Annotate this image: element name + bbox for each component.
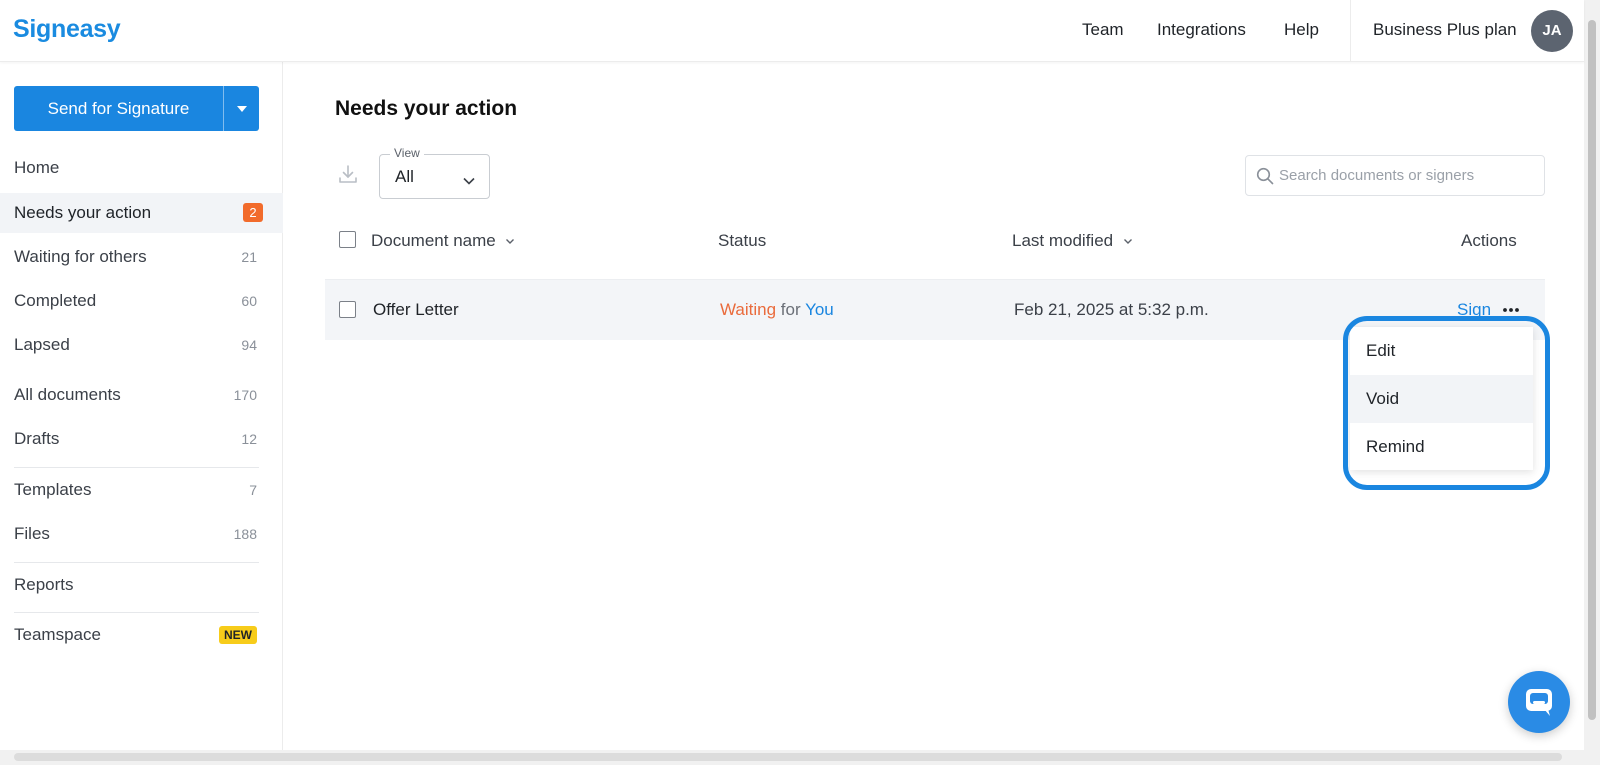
- sidebar-divider: [14, 612, 259, 613]
- status-waiting: Waiting: [720, 300, 777, 319]
- sidebar-item-label: Files: [14, 524, 50, 543]
- nav-team[interactable]: Team: [1082, 20, 1124, 40]
- menu-item-void[interactable]: Void: [1350, 375, 1533, 423]
- column-header-label: Last modified: [1012, 231, 1114, 250]
- menu-item-edit[interactable]: Edit: [1350, 327, 1533, 375]
- needs-action-count-badge: 2: [243, 203, 263, 222]
- column-header-status: Status: [718, 231, 767, 250]
- chat-bubble-icon: [1526, 689, 1552, 716]
- vertical-scrollbar-thumb[interactable]: [1588, 20, 1596, 720]
- column-header-label: Document name: [371, 231, 496, 250]
- view-select-legend: View: [390, 146, 424, 160]
- document-name[interactable]: Offer Letter: [373, 300, 459, 320]
- avatar[interactable]: JA: [1531, 10, 1573, 52]
- sidebar-item-count: 7: [249, 482, 257, 498]
- chevron-down-icon: [1123, 239, 1132, 245]
- last-modified: Feb 21, 2025 at 5:32 p.m.: [1014, 300, 1209, 319]
- sidebar-item-count: 12: [241, 431, 257, 447]
- select-all-checkbox[interactable]: [339, 231, 356, 248]
- menu-item-remind[interactable]: Remind: [1350, 423, 1533, 471]
- status-you: You: [805, 300, 834, 319]
- sidebar-item-all-documents[interactable]: All documents 170: [0, 375, 283, 415]
- signeasy-logo[interactable]: Signeasy: [13, 15, 121, 44]
- download-icon[interactable]: [337, 163, 359, 185]
- sidebar-item-label: All documents: [14, 385, 121, 404]
- sidebar-item-reports[interactable]: Reports: [0, 565, 283, 605]
- sidebar: Send for Signature Home Needs your actio…: [0, 62, 283, 755]
- top-bar: Signeasy Team Integrations Help Business…: [0, 0, 1584, 62]
- vertical-scrollbar[interactable]: [1584, 0, 1600, 750]
- sidebar-item-files[interactable]: Files 188: [0, 514, 283, 554]
- sidebar-item-count: 60: [241, 293, 257, 309]
- sidebar-item-completed[interactable]: Completed 60: [0, 281, 283, 321]
- row-checkbox[interactable]: [339, 301, 356, 318]
- sidebar-divider: [14, 467, 259, 468]
- search-box[interactable]: [1245, 155, 1545, 196]
- sidebar-item-label: Teamspace: [14, 625, 101, 644]
- sidebar-item-count: 21: [241, 249, 257, 265]
- sign-link[interactable]: Sign: [1457, 300, 1491, 320]
- plan-label[interactable]: Business Plus plan: [1373, 20, 1517, 40]
- status-for: for: [780, 300, 801, 319]
- chat-widget-button[interactable]: [1508, 671, 1570, 733]
- sidebar-divider: [14, 562, 259, 563]
- sidebar-item-label: Drafts: [14, 429, 60, 448]
- search-input[interactable]: [1279, 156, 1539, 195]
- sidebar-item-templates[interactable]: Templates 7: [0, 470, 283, 510]
- sidebar-item-count: 170: [233, 387, 257, 403]
- send-for-signature-button[interactable]: Send for Signature: [14, 86, 259, 131]
- view-select[interactable]: View All: [379, 146, 490, 199]
- row-actions-menu: Edit Void Remind: [1350, 327, 1533, 470]
- sidebar-item-needs-your-action[interactable]: Needs your action 2: [0, 193, 283, 233]
- sidebar-item-drafts[interactable]: Drafts 12: [0, 419, 283, 459]
- column-header-actions: Actions: [1461, 231, 1517, 250]
- more-options-icon[interactable]: [1500, 300, 1522, 320]
- sidebar-item-waiting-for-others[interactable]: Waiting for others 21: [0, 237, 283, 277]
- chevron-down-icon: [463, 172, 475, 190]
- sidebar-item-count: 94: [241, 337, 257, 353]
- sidebar-item-label: Lapsed: [14, 335, 70, 354]
- column-header-last-modified[interactable]: Last modified: [1012, 231, 1133, 251]
- sidebar-item-label: Completed: [14, 291, 97, 310]
- sidebar-item-home[interactable]: Home: [0, 148, 283, 188]
- sidebar-item-label: Templates: [14, 480, 92, 499]
- page-title: Needs your action: [335, 97, 518, 120]
- sidebar-item-label: Needs your action: [14, 203, 152, 222]
- search-icon: [1256, 167, 1274, 190]
- send-options-caret-icon[interactable]: [224, 86, 259, 131]
- nav-integrations[interactable]: Integrations: [1157, 20, 1246, 40]
- horizontal-scrollbar[interactable]: [0, 750, 1600, 765]
- column-header-document-name[interactable]: Document name: [371, 231, 515, 251]
- nav-help[interactable]: Help: [1284, 20, 1319, 40]
- status-text: Waiting for You: [720, 300, 834, 320]
- sidebar-item-count: 188: [233, 526, 257, 542]
- sidebar-item-label: Waiting for others: [14, 247, 147, 266]
- sidebar-item-lapsed[interactable]: Lapsed 94: [0, 325, 283, 365]
- horizontal-scrollbar-thumb[interactable]: [14, 753, 1562, 761]
- sidebar-item-label: Reports: [14, 575, 74, 594]
- send-for-signature-label[interactable]: Send for Signature: [14, 86, 224, 131]
- view-select-value: All: [395, 167, 414, 186]
- plan-area: Business Plus plan JA: [1350, 0, 1584, 62]
- sidebar-item-label: Home: [14, 158, 60, 177]
- new-badge: NEW: [219, 626, 257, 644]
- sidebar-item-teamspace[interactable]: Teamspace NEW: [0, 615, 283, 655]
- chevron-down-icon: [506, 239, 515, 245]
